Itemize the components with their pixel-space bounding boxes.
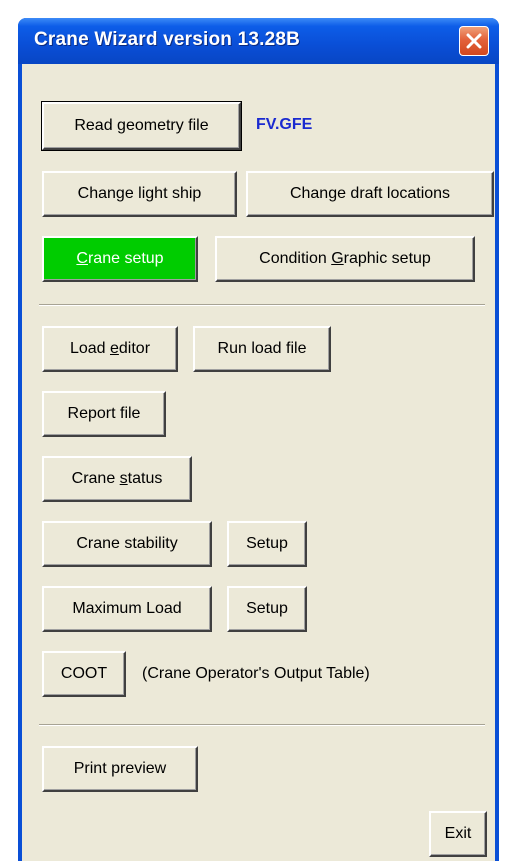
- load-editor-accel: e: [110, 340, 119, 357]
- condition-graphic-setup-label: Condition Graphic setup: [259, 250, 431, 268]
- run-load-file-button[interactable]: Run load file: [193, 326, 331, 372]
- report-file-button[interactable]: Report file: [42, 391, 166, 437]
- coot-label: COOT: [60, 665, 108, 682]
- maximum-load-setup-button[interactable]: Setup: [227, 586, 307, 632]
- report-file-label: Report file: [67, 405, 141, 422]
- maximum-load-button[interactable]: Maximum Load: [42, 586, 212, 632]
- coot-description: (Crane Operator's Output Table): [142, 665, 370, 682]
- crane-status-label-pre: Crane: [71, 470, 120, 487]
- change-light-ship-label: Change light ship: [77, 185, 202, 202]
- crane-stability-button[interactable]: Crane stability: [42, 521, 212, 567]
- crane-setup-label-rest: rane setup: [87, 250, 164, 267]
- load-editor-label-post: ditor: [118, 340, 151, 357]
- condition-graphic-setup-button[interactable]: Condition Graphic setup: [215, 236, 475, 282]
- dialog-body: Read geometry file FV.GFE Change light s…: [22, 64, 495, 861]
- crane-stability-setup-button[interactable]: Setup: [227, 521, 307, 567]
- change-light-ship-button[interactable]: Change light ship: [42, 171, 237, 217]
- exit-button[interactable]: Exit: [429, 811, 487, 857]
- title-bar[interactable]: Crane Wizard version 13.28B: [18, 18, 499, 64]
- crane-stability-label: Crane stability: [76, 535, 178, 552]
- maximum-load-setup-label: Setup: [246, 600, 288, 617]
- load-editor-label: Load editor: [70, 340, 150, 358]
- coot-button[interactable]: COOT: [42, 651, 126, 697]
- close-x-icon: [466, 33, 482, 49]
- separator-bottom: [39, 724, 485, 726]
- crane-setup-label: Crane setup: [76, 250, 163, 268]
- condition-graphic-accel: G: [331, 250, 344, 267]
- load-editor-label-pre: Load: [69, 340, 110, 357]
- crane-setup-accel: C: [76, 250, 88, 267]
- crane-stability-setup-label: Setup: [246, 535, 288, 552]
- condition-graphic-label-post: raphic setup: [343, 250, 431, 267]
- change-draft-locations-button[interactable]: Change draft locations: [246, 171, 494, 217]
- maximum-load-label: Maximum Load: [72, 600, 182, 617]
- separator-top: [39, 304, 485, 306]
- crane-wizard-window: Crane Wizard version 13.28B Read geometr…: [18, 18, 499, 861]
- run-load-file-label: Run load file: [217, 340, 307, 357]
- crane-status-label: Crane status: [72, 470, 163, 488]
- crane-setup-button[interactable]: Crane setup: [42, 236, 198, 282]
- read-geometry-file-label: Read geometry file: [74, 117, 209, 134]
- print-preview-button[interactable]: Print preview: [42, 746, 198, 792]
- condition-graphic-label-pre: Condition: [259, 250, 332, 267]
- change-draft-locations-label: Change draft locations: [289, 185, 451, 202]
- window-title: Crane Wizard version 13.28B: [34, 29, 301, 50]
- exit-label: Exit: [444, 825, 472, 842]
- geometry-filename: FV.GFE: [256, 116, 313, 133]
- read-geometry-file-button[interactable]: Read geometry file: [41, 101, 242, 151]
- crane-status-button[interactable]: Crane status: [42, 456, 192, 502]
- crane-status-label-post: tatus: [127, 470, 163, 487]
- close-button[interactable]: [459, 26, 489, 56]
- load-editor-button[interactable]: Load editor: [42, 326, 178, 372]
- crane-status-accel: s: [119, 470, 128, 487]
- print-preview-label: Print preview: [73, 760, 167, 777]
